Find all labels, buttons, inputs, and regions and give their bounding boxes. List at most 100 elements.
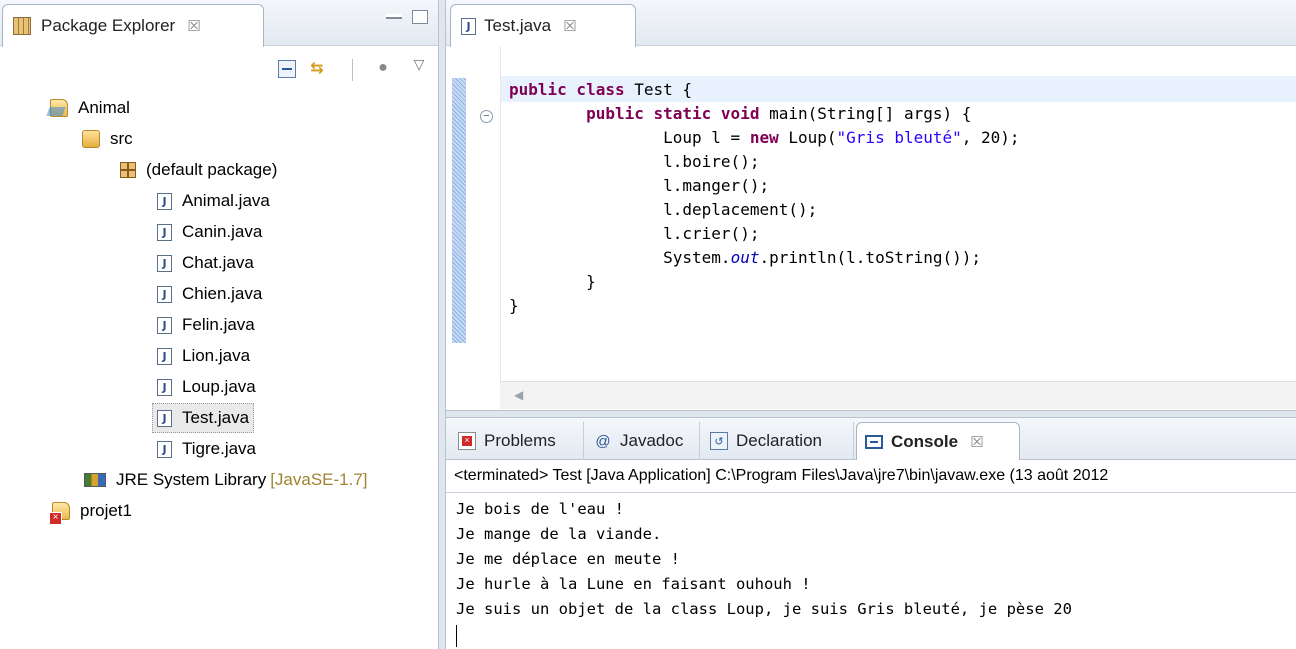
package-explorer-view: Package Explorer ☒ ⇆ ● ▽ Animal src (def… [0,0,438,649]
code-line: public static void main(String[] args) { [586,104,972,123]
maximize-icon[interactable] [412,10,428,24]
folding-column [466,46,500,381]
tab-javadoc[interactable]: @ Javadoc [586,422,700,460]
horizontal-scrollbar[interactable]: ◀ [500,381,1296,409]
code-line: System.out.println(l.toString()); [509,248,982,267]
console-output-line: Je hurle à la Lune en faisant ouhouh ! [456,575,811,593]
tree-item-file[interactable]: J Canin.java [157,217,262,247]
tree-item-jre-library[interactable]: JRE System Library [JavaSE-1.7] [84,465,368,495]
source-folder-icon [82,130,100,148]
collapse-icon[interactable]: − [480,110,493,123]
tree-item-label: Tigre.java [182,439,257,458]
console-output-line: Je suis un objet de la class Loup, je su… [456,600,1072,618]
collapse-all-icon[interactable] [278,60,296,78]
tree-item-file[interactable]: J Lion.java [157,341,250,371]
tab-package-explorer-label: Package Explorer [41,16,176,35]
overview-ruler[interactable] [452,78,466,343]
tree-item-label: src [110,129,133,148]
tree-item-project-projet1[interactable]: projet1 [49,496,132,526]
console-output-line: Je me déplace en meute ! [456,550,680,568]
bottom-views-panel: Problems @ Javadoc ↺ Declaration Console… [446,418,1296,649]
tree-item-file[interactable]: J Tigre.java [157,434,256,464]
tree-item-project-animal[interactable]: Animal [50,93,130,123]
code-line: } [509,272,596,291]
sash-horizontal[interactable] [446,410,1296,418]
library-icon [84,473,106,487]
tree-item-label: Animal.java [182,191,270,210]
tab-test-java-label: Test.java [484,16,552,35]
tree-item-label: Test.java [182,408,250,427]
minimize-icon[interactable] [386,14,402,19]
jre-version-label: [JavaSE-1.7] [270,470,368,489]
java-file-icon: J [157,223,172,241]
tab-package-explorer[interactable]: Package Explorer ☒ [2,4,264,47]
console-text-cursor[interactable] [456,625,457,647]
package-explorer-tabbar: Package Explorer ☒ [0,0,438,47]
tab-problems[interactable]: Problems [450,422,584,460]
console-process-description: <terminated> Test [Java Application] C:\… [454,467,1109,484]
tab-javadoc-label: Javadoc [620,431,684,450]
tab-declaration[interactable]: ↺ Declaration [702,422,854,460]
tree-item-src[interactable]: src [82,124,133,154]
tree-item-file-selected[interactable]: J Test.java [152,403,255,433]
code-line: } [509,296,519,315]
java-file-icon: J [157,316,172,334]
tree-item-label: Loup.java [182,377,256,396]
tab-declaration-label: Declaration [736,431,822,450]
java-file-icon: J [157,254,172,272]
package-icon [120,162,136,178]
package-explorer-toolbar: ⇆ ● ▽ [0,47,438,91]
tab-console[interactable]: Console ☒ [856,422,1020,460]
tree-item-file[interactable]: J Loup.java [157,372,256,402]
open-project-icon [50,99,68,117]
console-divider [446,492,1296,493]
tab-problems-label: Problems [484,431,556,450]
tab-test-java[interactable]: J Test.java ☒ [450,4,636,47]
sash-vertical[interactable] [438,0,446,649]
tree-item-file[interactable]: J Felin.java [157,310,255,340]
code-line: Loup l = new Loup("Gris bleuté", 20); [509,128,1020,147]
code-text-area[interactable]: public class Test { public static void m… [500,46,1296,381]
code-line: public class Test { [509,80,693,99]
tree-item-label: Animal [78,98,130,117]
tree-item-file[interactable]: J Chien.java [157,279,262,309]
tree-item-label: (default package) [146,160,278,179]
tree-item-default-package[interactable]: (default package) [120,155,277,185]
close-icon[interactable]: ☒ [563,17,576,35]
link-with-editor-icon[interactable]: ⇆ [306,57,328,79]
java-file-icon: J [157,440,172,458]
view-menu-icon[interactable]: ▽ [408,53,430,75]
java-file-icon: J [157,347,172,365]
close-icon[interactable]: ☒ [187,17,200,35]
tree-item-label: Chat.java [182,253,254,272]
package-explorer-icon [13,17,31,35]
java-file-icon: J [461,17,476,35]
code-line: l.deplacement(); [509,200,818,219]
java-file-icon: J [157,285,172,303]
bottom-tabbar: Problems @ Javadoc ↺ Declaration Console… [446,418,1296,460]
editor-tabbar: J Test.java ☒ [446,0,1296,47]
java-file-icon: J [157,192,172,210]
tree-item-file[interactable]: J Chat.java [157,248,254,278]
java-file-icon: J [157,378,172,396]
tab-console-label: Console [891,431,959,451]
tree-item-label: Felin.java [182,315,255,334]
java-editor: J Test.java ☒ − public class Test { publ… [446,0,1296,410]
console-output-line: Je mange de la viande. [456,525,662,543]
console-icon [865,434,883,449]
code-line: l.boire(); [509,152,760,171]
tree-item-label: JRE System Library [116,470,267,489]
scroll-left-icon[interactable]: ◀ [514,388,523,402]
tree-item-label: Lion.java [182,346,251,365]
code-line: l.manger(); [509,176,770,195]
tree-item-file[interactable]: J Animal.java [157,186,270,216]
console-output-line: Je bois de l'eau ! [456,500,624,518]
problems-icon [458,432,476,450]
close-icon[interactable]: ☒ [970,433,983,451]
tree-item-label: Chien.java [182,284,263,303]
code-line: l.crier(); [509,224,760,243]
tree-item-label: Canin.java [182,222,263,241]
java-file-icon: J [157,409,172,427]
declaration-icon: ↺ [710,432,728,450]
focus-on-task-icon[interactable]: ● [372,57,394,79]
